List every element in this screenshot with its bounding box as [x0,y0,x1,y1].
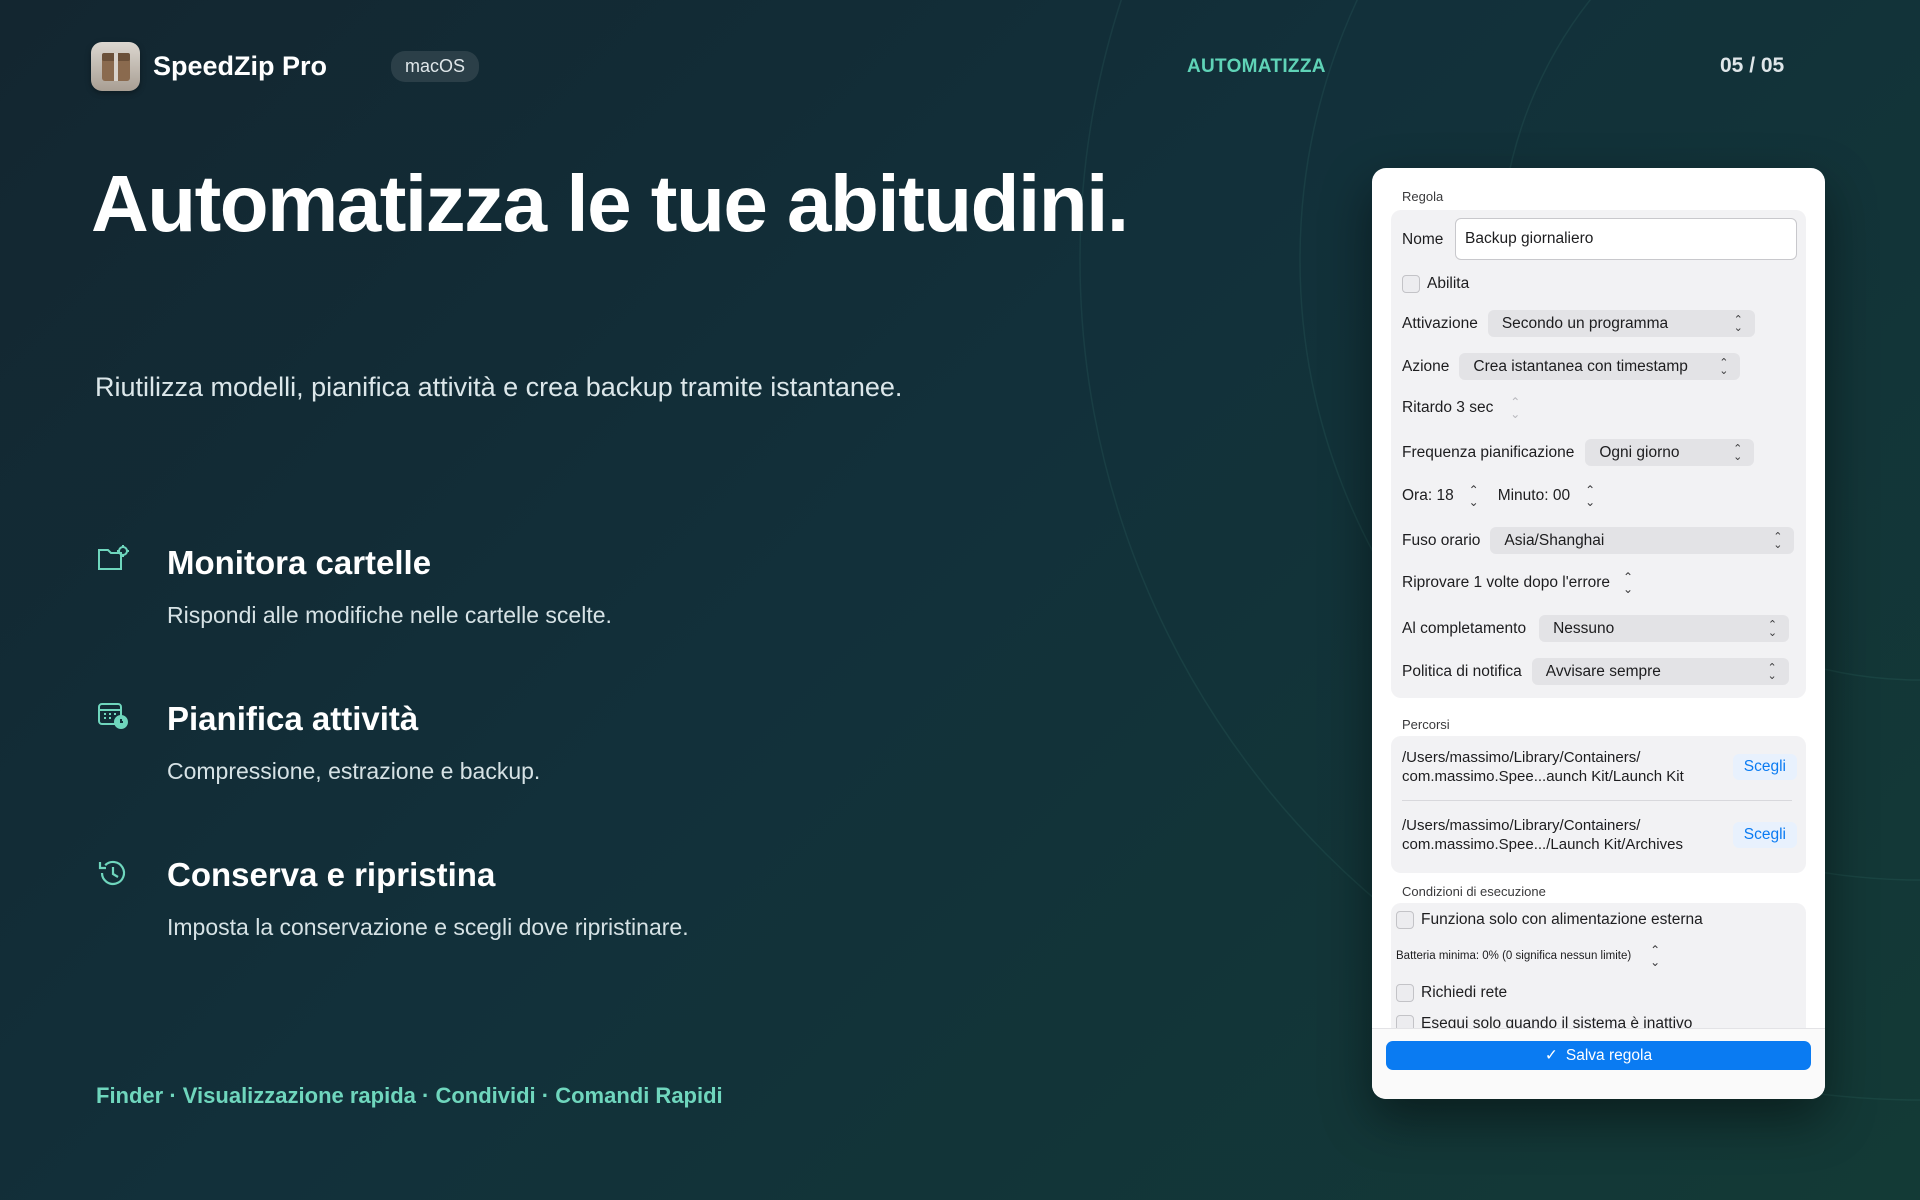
save-bar: ✓ Salva regola [1372,1028,1825,1099]
page-counter: 05 / 05 [1720,54,1785,77]
paths-section-title: Percorsi [1402,717,1450,732]
app-name: SpeedZip Pro [153,50,328,81]
path-row: /Users/massimo/Library/Containers/ com.m… [1402,816,1797,854]
notify-label: Politica di notifica [1402,662,1522,680]
notify-select[interactable]: Avvisare sempre ⌃ ⌄ [1531,658,1789,685]
enable-row: Abilita [1402,275,1469,293]
time-row: Ora: 18 ⌃ ⌄ Minuto: 00 ⌃ ⌄ [1402,481,1600,511]
rule-section-title: Regola [1402,189,1444,204]
network-row: Richiedi rete [1396,984,1507,1002]
action-value: Crea istantanea con timestamp [1473,357,1688,375]
action-label: Azione [1402,357,1450,375]
conditions-section-title: Condizioni di esecuzione [1402,884,1546,899]
timezone-label: Fuso orario [1402,531,1481,549]
enable-checkbox[interactable] [1402,275,1420,293]
page-title: Automatizza le tue abitudini. [91,159,1129,248]
feature-title: Conserva e ripristina [167,856,496,893]
header: SpeedZip Pro macOS [91,41,480,91]
history-icon [96,856,132,892]
path-text: /Users/massimo/Library/Containers/ com.m… [1402,817,1683,853]
network-label: Richiedi rete [1421,984,1508,1001]
chevron-updown-icon: ⌃ ⌄ [1767,661,1777,682]
integrations-list: Finder · Visualizzazione rapida · Condiv… [96,1083,723,1108]
completion-value: Nessuno [1553,619,1615,637]
frequency-label: Frequenza pianificazione [1402,443,1575,461]
completion-label: Al completamento [1402,619,1527,637]
save-label: Salva regola [1565,1046,1653,1064]
chevron-updown-icon: ⌃ ⌄ [1719,356,1729,377]
timezone-select[interactable]: Asia/Shanghai ⌃ ⌄ [1490,527,1795,554]
name-label: Nome [1402,231,1444,248]
feature-title: Monitora cartelle [167,544,432,581]
page-subtitle: Riutilizza modelli, pianifica attività e… [95,372,903,402]
notify-row: Politica di notifica Avvisare sempre ⌃ ⌄ [1402,658,1789,685]
folder-gear-icon [96,544,132,580]
action-row: Azione Crea istantanea con timestamp ⌃ ⌄ [1402,353,1741,380]
hour-stepper[interactable]: ⌃ ⌄ [1464,481,1484,511]
calendar-clock-icon [96,700,132,736]
checkmark-icon: ✓ [1544,1047,1558,1064]
timezone-value: Asia/Shanghai [1504,531,1605,549]
delay-row: Ritardo 3 sec ⌃ ⌄ [1402,393,1525,423]
paths-divider [1402,800,1792,801]
completion-row: Al completamento Nessuno ⌃ ⌄ [1402,615,1790,642]
choose-button[interactable]: Scegli [1732,754,1797,780]
save-rule-button[interactable]: ✓ Salva regola [1386,1041,1811,1070]
retry-label: Riprovare 1 volte dopo l'errore [1402,574,1611,591]
trigger-value: Secondo un programma [1501,314,1669,332]
feature-description: Rispondi alle modifiche nelle cartelle s… [167,602,612,628]
battery-row: Batteria minima: 0% (0 significa nessun … [1396,941,1665,971]
minute-stepper[interactable]: ⌃ ⌄ [1580,481,1600,511]
feature-title: Pianifica attività [167,700,419,737]
minute-label: Minuto: 00 [1497,487,1571,504]
feature-description: Compressione, estrazione e backup. [167,758,541,784]
external-power-label: Funziona solo con alimentazione esterna [1421,911,1703,928]
external-power-checkbox[interactable] [1396,911,1414,929]
platform-badge: macOS [391,50,480,82]
app-icon [91,41,140,91]
trigger-select[interactable]: Secondo un programma ⌃ ⌄ [1487,310,1755,337]
delay-stepper[interactable]: ⌃ ⌄ [1505,393,1525,423]
feature-description: Imposta la conservazione e scegli dove r… [167,914,689,940]
hour-label: Ora: 18 [1402,487,1454,504]
frequency-value: Ogni giorno [1599,443,1680,461]
chevron-updown-icon: ⌃ ⌄ [1773,530,1783,551]
path-text: /Users/massimo/Library/Containers/ com.m… [1402,749,1684,785]
name-row: Nome [1402,231,1443,249]
frequency-row: Frequenza pianificazione Ogni giorno ⌃ ⌄ [1402,439,1755,466]
frequency-select[interactable]: Ogni giorno ⌃ ⌄ [1585,439,1755,466]
network-checkbox[interactable] [1396,984,1414,1002]
rule-settings-panel: Regola Nome Backup giornaliero Abilita A… [1372,168,1825,1099]
battery-stepper[interactable]: ⌃ ⌄ [1645,941,1665,971]
chevron-updown-icon: ⌃ ⌄ [1733,442,1743,463]
delay-label: Ritardo 3 sec [1402,399,1494,416]
notify-value: Avvisare sempre [1545,662,1661,680]
choose-button[interactable]: Scegli [1732,822,1797,848]
section-label: AUTOMATIZZA [1187,56,1326,77]
timezone-row: Fuso orario Asia/Shanghai ⌃ ⌄ [1402,527,1795,554]
trigger-row: Attivazione Secondo un programma ⌃ ⌄ [1402,310,1755,337]
chevron-updown-icon: ⌃ ⌄ [1733,313,1743,334]
enable-label: Abilita [1427,275,1470,292]
rule-name-input[interactable]: Backup giornaliero [1455,218,1797,260]
trigger-label: Attivazione [1402,314,1478,332]
path-row: /Users/massimo/Library/Containers/ com.m… [1402,748,1797,786]
action-select[interactable]: Crea istantanea con timestamp ⌃ ⌄ [1459,353,1741,380]
retry-row: Riprovare 1 volte dopo l'errore ⌃ ⌄ [1402,568,1638,598]
battery-label: Batteria minima: 0% (0 significa nessun … [1396,950,1632,962]
chevron-updown-icon: ⌃ ⌄ [1767,618,1778,639]
completion-select[interactable]: Nessuno ⌃ ⌄ [1539,615,1790,642]
retry-stepper[interactable]: ⌃ ⌄ [1618,568,1638,598]
external-power-row: Funziona solo con alimentazione esterna [1396,911,1703,929]
